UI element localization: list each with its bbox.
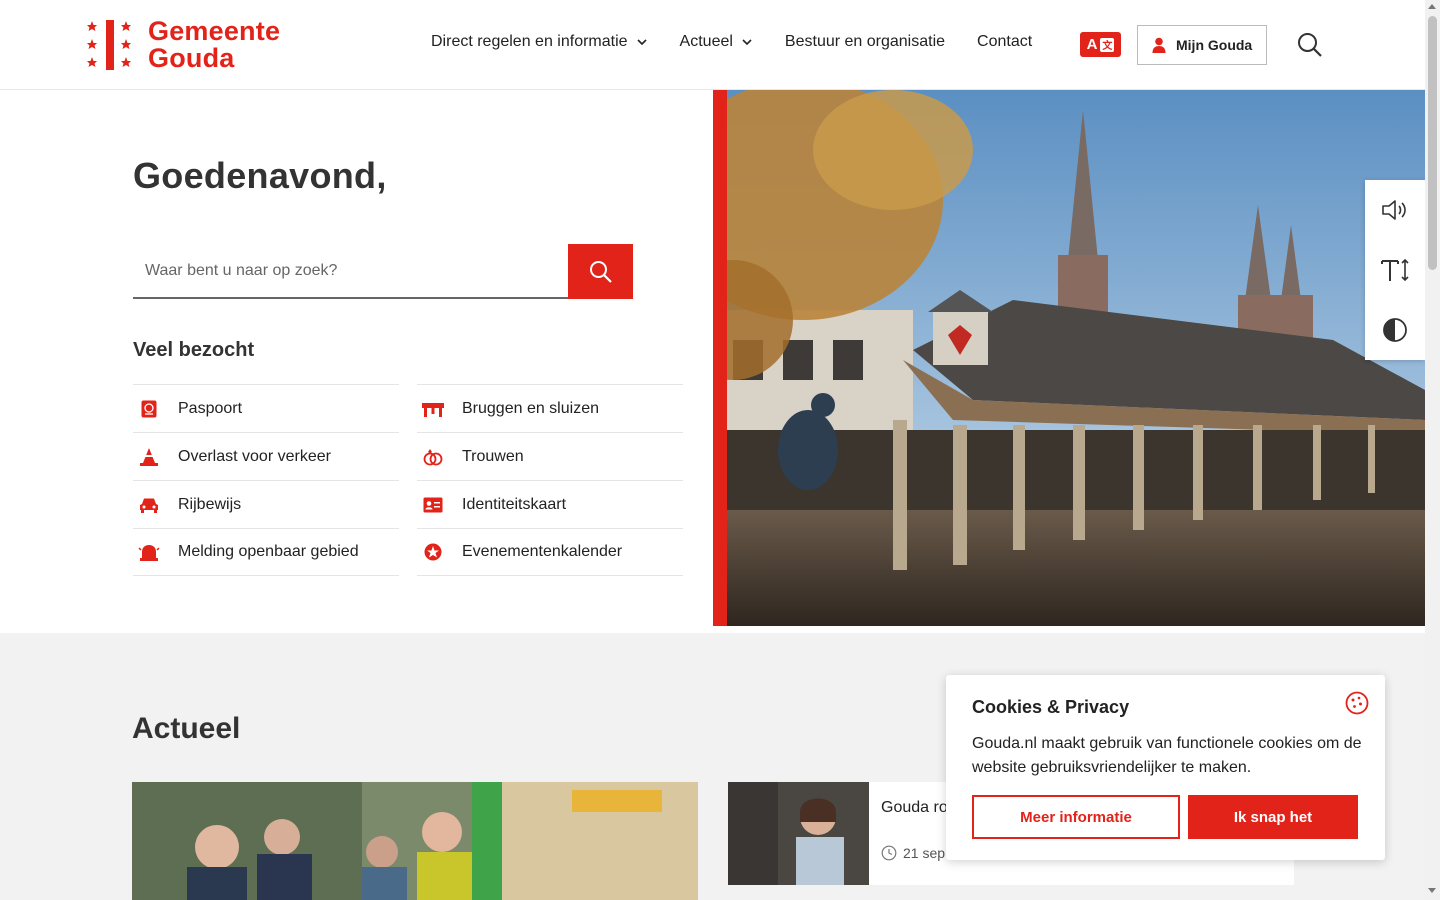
contrast-button[interactable] — [1365, 300, 1425, 360]
logo-line-1: Gemeente — [148, 16, 281, 46]
mijn-gouda-button[interactable]: Mijn Gouda — [1137, 25, 1267, 65]
page-title: Goedenavond, — [133, 155, 387, 196]
popular-item-bruggen[interactable]: Bruggen en sluizen — [417, 384, 683, 432]
accessibility-toolbar — [1365, 180, 1425, 360]
news-date: 21 sep — [881, 845, 945, 861]
nav-bestuur[interactable]: Bestuur en organisatie — [785, 33, 945, 51]
nav-label: Contact — [977, 33, 1033, 50]
nav-label: Actueel — [679, 33, 733, 50]
translate-icon: 文 — [1100, 37, 1115, 52]
logo-text: Gemeente Gouda — [148, 18, 280, 72]
rings-icon — [422, 446, 444, 468]
popular-item-label: Identiteitskaart — [462, 495, 567, 513]
popular-item-identiteitskaart[interactable]: Identiteitskaart — [417, 480, 683, 528]
traffic-cone-icon — [138, 446, 160, 468]
speaker-icon — [1382, 200, 1406, 220]
hero-image — [713, 90, 1425, 626]
chevron-down-icon — [742, 39, 752, 46]
cookie-accept-button[interactable]: Ik snap het — [1188, 795, 1358, 839]
popular-item-trouwen[interactable]: Trouwen — [417, 432, 683, 480]
site-header: Gemeente Gouda Direct regelen en informa… — [0, 0, 1425, 90]
chevron-down-icon — [636, 39, 647, 46]
main-search — [133, 244, 633, 299]
passport-icon — [138, 398, 160, 420]
nav-contact[interactable]: Contact — [977, 33, 1032, 51]
news-date-text: 21 sep — [903, 845, 946, 861]
car-icon — [138, 494, 160, 516]
alarm-bell-icon — [138, 541, 160, 563]
language-latin-glyph: A — [1086, 36, 1098, 53]
popular-item-melding[interactable]: Melding openbaar gebied — [133, 528, 399, 576]
popular-item-label: Bruggen en sluizen — [462, 399, 599, 417]
user-icon — [1152, 37, 1166, 53]
cookie-title: Cookies & Privacy — [972, 697, 1130, 717]
popular-item-label: Trouwen — [462, 447, 524, 465]
scroll-up-arrow-icon[interactable] — [1428, 4, 1436, 9]
bridge-icon — [422, 398, 444, 420]
text-size-button[interactable] — [1365, 240, 1425, 300]
popular-links: Paspoort Bruggen en sluizen Overlast voo… — [133, 384, 683, 576]
header-search-button[interactable] — [1297, 32, 1323, 63]
popular-title: Veel bezocht — [133, 339, 255, 361]
event-icon — [422, 541, 444, 563]
main-nav: Direct regelen en informatie Actueel Bes… — [431, 33, 1064, 51]
hero-photo-illustration — [713, 90, 1425, 626]
popular-item-label: Paspoort — [178, 399, 243, 417]
popular-item-evenementen[interactable]: Evenementenkalender — [417, 528, 683, 576]
popular-item-paspoort[interactable]: Paspoort — [133, 384, 399, 432]
scroll-down-arrow-icon[interactable] — [1428, 888, 1436, 893]
nav-direct-regelen[interactable]: Direct regelen en informatie — [431, 33, 648, 51]
page-scrollbar[interactable] — [1425, 0, 1440, 900]
popular-item-label: Evenementenkalender — [462, 543, 623, 560]
language-button[interactable]: A 文 — [1080, 32, 1121, 57]
nav-label: Direct regelen en informatie — [431, 33, 628, 50]
popular-item-label: Rijbewijs — [178, 495, 242, 513]
actueel-title: Actueel — [132, 712, 241, 745]
popular-item-overlast[interactable]: Overlast voor verkeer — [133, 432, 399, 480]
mijn-gouda-label: Mijn Gouda — [1176, 37, 1253, 53]
cookie-icon[interactable] — [1345, 691, 1369, 720]
read-aloud-button[interactable] — [1365, 180, 1425, 240]
gouda-logo-icon — [86, 18, 136, 72]
search-icon — [1298, 33, 1322, 57]
search-submit-button[interactable] — [568, 244, 633, 299]
logo[interactable]: Gemeente Gouda — [86, 18, 280, 72]
search-icon — [589, 260, 612, 283]
news-thumbnail — [728, 782, 869, 885]
cookie-text: Gouda.nl maakt gebruik van functionele c… — [972, 735, 1362, 776]
scrollbar-thumb[interactable] — [1428, 16, 1437, 270]
news-featured-image — [132, 782, 698, 900]
cookie-banner: Cookies & Privacy Gouda.nl maakt gebruik… — [946, 675, 1385, 860]
id-card-icon — [422, 494, 444, 516]
contrast-icon — [1383, 318, 1407, 342]
clock-icon — [881, 845, 897, 861]
news-featured-card[interactable] — [132, 782, 698, 900]
popular-item-label: Overlast voor verkeer — [178, 447, 331, 465]
cookie-more-info-button[interactable]: Meer informatie — [972, 795, 1180, 839]
popular-item-label: Melding openbaar gebied — [178, 543, 359, 560]
nav-label: Bestuur en organisatie — [784, 33, 946, 50]
logo-line-2: Gouda — [148, 43, 235, 73]
nav-actueel[interactable]: Actueel — [680, 33, 753, 51]
search-input[interactable] — [133, 244, 568, 299]
popular-item-rijbewijs[interactable]: Rijbewijs — [133, 480, 399, 528]
text-size-icon — [1381, 258, 1409, 282]
